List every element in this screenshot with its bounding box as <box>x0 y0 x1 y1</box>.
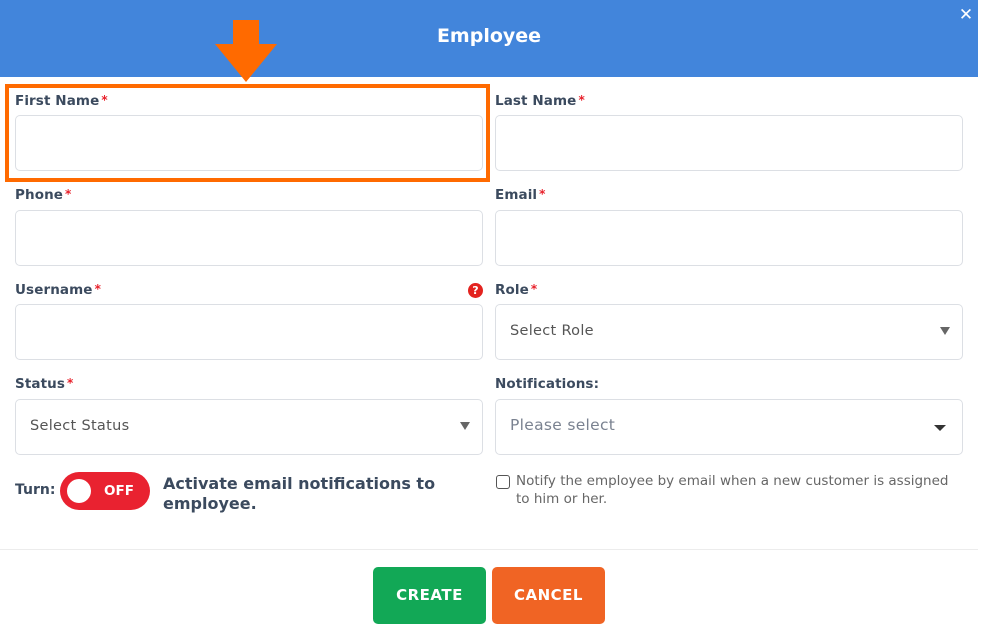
username-input[interactable] <box>16 305 482 359</box>
status-select[interactable]: Select Status <box>15 399 483 455</box>
required-star: * <box>65 187 72 201</box>
toggle-state-text: OFF <box>104 483 134 499</box>
username-label-text: Username <box>15 282 93 298</box>
help-icon[interactable]: ? <box>468 283 483 298</box>
toggle-knob <box>67 479 91 503</box>
username-field[interactable] <box>15 304 483 360</box>
email-field[interactable] <box>495 210 963 266</box>
first-name-label: First Name * <box>15 93 108 109</box>
annotation-arrow-icon <box>215 20 277 82</box>
required-star: * <box>94 282 101 296</box>
status-selected-value: Select Status <box>30 418 130 434</box>
modal-header: Employee ✕ <box>0 0 978 77</box>
first-name-label-text: First Name <box>15 93 100 109</box>
notifications-label: Notifications: <box>495 376 599 392</box>
notifications-label-text: Notifications: <box>495 376 600 392</box>
notify-employee-checkbox[interactable] <box>496 475 510 489</box>
first-name-input[interactable] <box>16 116 482 170</box>
last-name-label: Last Name * <box>495 93 585 109</box>
last-name-input[interactable] <box>496 116 962 170</box>
email-input[interactable] <box>496 211 962 265</box>
required-star: * <box>539 187 546 201</box>
phone-label: Phone * <box>15 187 71 203</box>
notify-employee-label[interactable]: Notify the employee by email when a new … <box>516 472 956 508</box>
caret-down-icon <box>934 425 946 431</box>
required-star: * <box>67 376 74 390</box>
close-icon[interactable]: ✕ <box>957 5 975 25</box>
status-label: Status * <box>15 376 73 392</box>
role-label-text: Role <box>495 282 529 298</box>
create-button[interactable]: CREATE <box>373 567 486 624</box>
turn-label: Turn: <box>15 482 56 498</box>
notifications-selected-value: Please select <box>510 416 616 434</box>
role-label: Role * <box>495 282 537 298</box>
employee-modal: Employee ✕ First Name * Last Name * Phone *… <box>0 0 978 637</box>
notifications-select[interactable]: Please select <box>495 399 963 455</box>
last-name-field[interactable] <box>495 115 963 171</box>
email-notifications-toggle[interactable]: OFF <box>60 472 150 510</box>
status-label-text: Status <box>15 376 65 392</box>
phone-field[interactable] <box>15 210 483 266</box>
required-star: * <box>578 93 585 107</box>
email-label: Email * <box>495 187 546 203</box>
modal-title: Employee <box>436 25 542 47</box>
phone-input[interactable] <box>16 211 482 265</box>
caret-down-icon <box>460 422 470 430</box>
caret-down-icon <box>940 327 950 335</box>
cancel-button[interactable]: CANCEL <box>492 567 605 624</box>
footer-divider <box>0 549 978 550</box>
toggle-description: Activate email notifications to employee… <box>163 474 436 513</box>
required-star: * <box>530 282 538 296</box>
required-star: * <box>101 93 108 107</box>
first-name-field[interactable] <box>15 115 483 171</box>
email-label-text: Email <box>495 187 538 203</box>
last-name-label-text: Last Name <box>495 93 577 109</box>
role-select[interactable]: Select Role <box>495 304 963 360</box>
role-selected-value: Select Role <box>510 323 594 339</box>
username-label: Username * <box>15 282 101 298</box>
phone-label-text: Phone <box>15 187 64 203</box>
